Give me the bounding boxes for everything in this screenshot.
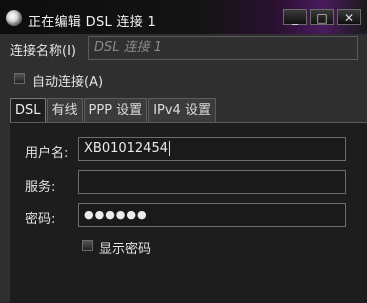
- connection-name-label: 连接名称(I): [10, 44, 76, 59]
- username-input[interactable]: XB01012454: [78, 137, 346, 161]
- password-input[interactable]: ●●●●●●: [78, 203, 346, 227]
- minimize-button[interactable]: _: [283, 9, 307, 25]
- tab-wired[interactable]: 有线: [46, 98, 83, 122]
- tab-ppp-settings[interactable]: PPP 设置: [83, 98, 148, 122]
- text-cursor: [169, 141, 170, 156]
- title-bar: 正在编辑 DSL 连接 1 _ □ ✕: [0, 0, 367, 34]
- show-password-checkbox[interactable]: [82, 240, 93, 251]
- auto-connect-label[interactable]: 自动连接(A): [32, 71, 103, 90]
- tab-ipv4-settings[interactable]: IPv4 设置: [148, 98, 216, 122]
- service-label: 服务:: [25, 180, 56, 195]
- show-password-label[interactable]: 显示密码: [99, 238, 151, 257]
- window-controls: _ □ ✕: [283, 9, 361, 25]
- window-title: 正在编辑 DSL 连接 1: [28, 15, 157, 30]
- username-label: 用户名:: [25, 146, 69, 161]
- service-input[interactable]: [78, 170, 346, 194]
- maximize-button[interactable]: □: [310, 9, 334, 25]
- auto-connect-checkbox[interactable]: [14, 73, 25, 84]
- settings-tabs: DSL 有线 PPP 设置 IPv4 设置: [10, 98, 217, 122]
- close-button[interactable]: ✕: [337, 9, 361, 25]
- connection-name-input[interactable]: DSL 连接 1: [88, 36, 358, 60]
- network-app-icon: [6, 10, 22, 26]
- username-value: XB01012454: [84, 141, 168, 156]
- tab-dsl[interactable]: DSL: [10, 98, 46, 122]
- password-label: 密码:: [25, 212, 56, 227]
